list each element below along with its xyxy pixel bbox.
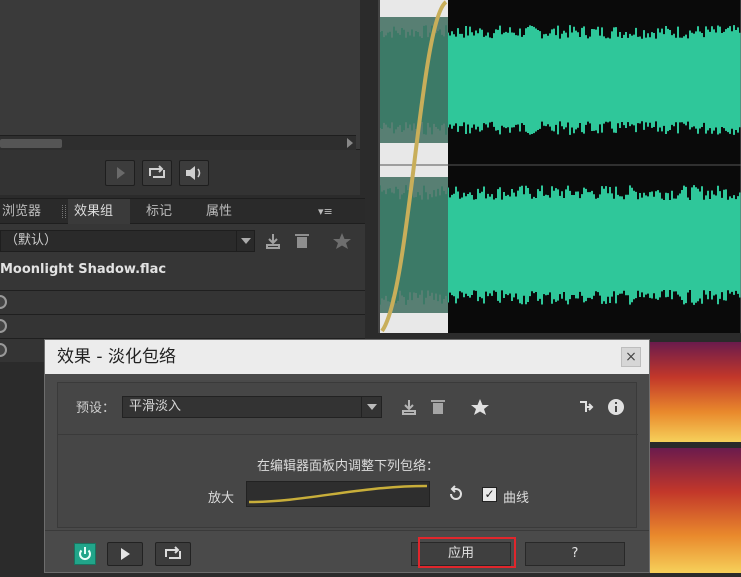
preview-play-button[interactable] (107, 542, 143, 566)
horizontal-scrollbar[interactable] (0, 135, 356, 150)
play-icon (117, 167, 125, 179)
tab-label: 浏览器 (2, 204, 42, 219)
loop-icon (165, 546, 181, 559)
instruction-text: 在编辑器面板内调整下列包络： (256, 459, 439, 474)
save-preset-icon[interactable] (263, 231, 283, 251)
spectral-display (650, 340, 741, 573)
play-icon (121, 548, 130, 560)
apply-highlight-box (418, 537, 516, 568)
tab-label: 效果组 (74, 204, 114, 219)
star-icon[interactable] (332, 231, 352, 251)
tab-properties[interactable]: 属性 (200, 199, 238, 224)
rack-slot[interactable] (0, 290, 365, 314)
preset-select[interactable]: 平滑淡入 (122, 396, 382, 418)
close-button[interactable]: ? (525, 542, 625, 566)
fade-envelope-dialog: 效果 - 淡化包络 × 预设： 平滑淡入 在编辑器面板内调整下列包络： 放大 ✓… (44, 339, 650, 573)
envelope-preview (246, 481, 430, 507)
dialog-title: 效果 - 淡化包络 (45, 340, 649, 374)
speaker-button[interactable] (179, 160, 209, 186)
trash-icon[interactable] (428, 397, 448, 417)
power-icon (79, 547, 91, 560)
fade-region (380, 17, 448, 143)
curve-label: 曲线 (503, 491, 530, 506)
star-icon[interactable] (470, 397, 490, 417)
tab-label: 标记 (146, 204, 173, 219)
trash-icon[interactable] (292, 231, 312, 251)
rack-preset-select[interactable]: （默认） (0, 230, 255, 252)
scrollbar-thumb[interactable] (0, 139, 62, 148)
dialog-content: 预设： 平滑淡入 在编辑器面板内调整下列包络： 放大 ✓ 曲线 (57, 382, 638, 528)
power-icon[interactable] (0, 295, 7, 309)
panel-tab-bar: 浏览器 效果组 × 标记 属性 ▾≡ (0, 198, 365, 244)
reset-icon[interactable] (446, 484, 466, 504)
panel-menu-icon[interactable]: ▾≡ (312, 199, 339, 224)
preview-area (0, 0, 360, 150)
power-toggle[interactable] (74, 543, 96, 565)
tab-grip-icon[interactable] (62, 205, 66, 218)
tab-browser[interactable]: 浏览器 (0, 199, 47, 224)
file-name: Moonlight Shadow.flac (0, 262, 167, 277)
divider (45, 530, 649, 531)
info-icon[interactable] (606, 397, 626, 417)
rack-preset-value: （默认） (5, 233, 58, 248)
rack-slot[interactable] (0, 314, 365, 338)
preset-label: 预设： (76, 401, 116, 416)
preset-value: 平滑淡入 (129, 399, 182, 414)
loop-button[interactable] (142, 160, 172, 186)
fade-region (380, 177, 448, 313)
zoom-label: 放大 (208, 491, 235, 506)
scroll-right-arrow[interactable] (347, 138, 353, 148)
save-preset-icon[interactable] (399, 397, 419, 417)
transport-bar (0, 150, 360, 195)
play-button[interactable] (105, 160, 135, 186)
waveform-display[interactable] (379, 0, 741, 333)
power-icon[interactable] (0, 343, 7, 357)
preview-loop-button[interactable] (155, 542, 191, 566)
divider (58, 434, 638, 435)
speaker-icon (186, 166, 201, 180)
chevron-down-icon[interactable] (361, 397, 381, 417)
loop-icon (149, 165, 165, 178)
close-icon[interactable]: × (621, 347, 641, 367)
routing-icon[interactable] (576, 397, 596, 417)
chevron-down-icon[interactable] (236, 231, 254, 251)
waveform-editor[interactable] (378, 0, 741, 333)
tab-markers[interactable]: 标记 (140, 199, 178, 224)
tab-label: 属性 (206, 204, 233, 219)
power-icon[interactable] (0, 319, 7, 333)
curve-checkbox[interactable]: ✓ (482, 487, 497, 502)
tab-effects-rack[interactable]: 效果组 × (68, 199, 130, 244)
